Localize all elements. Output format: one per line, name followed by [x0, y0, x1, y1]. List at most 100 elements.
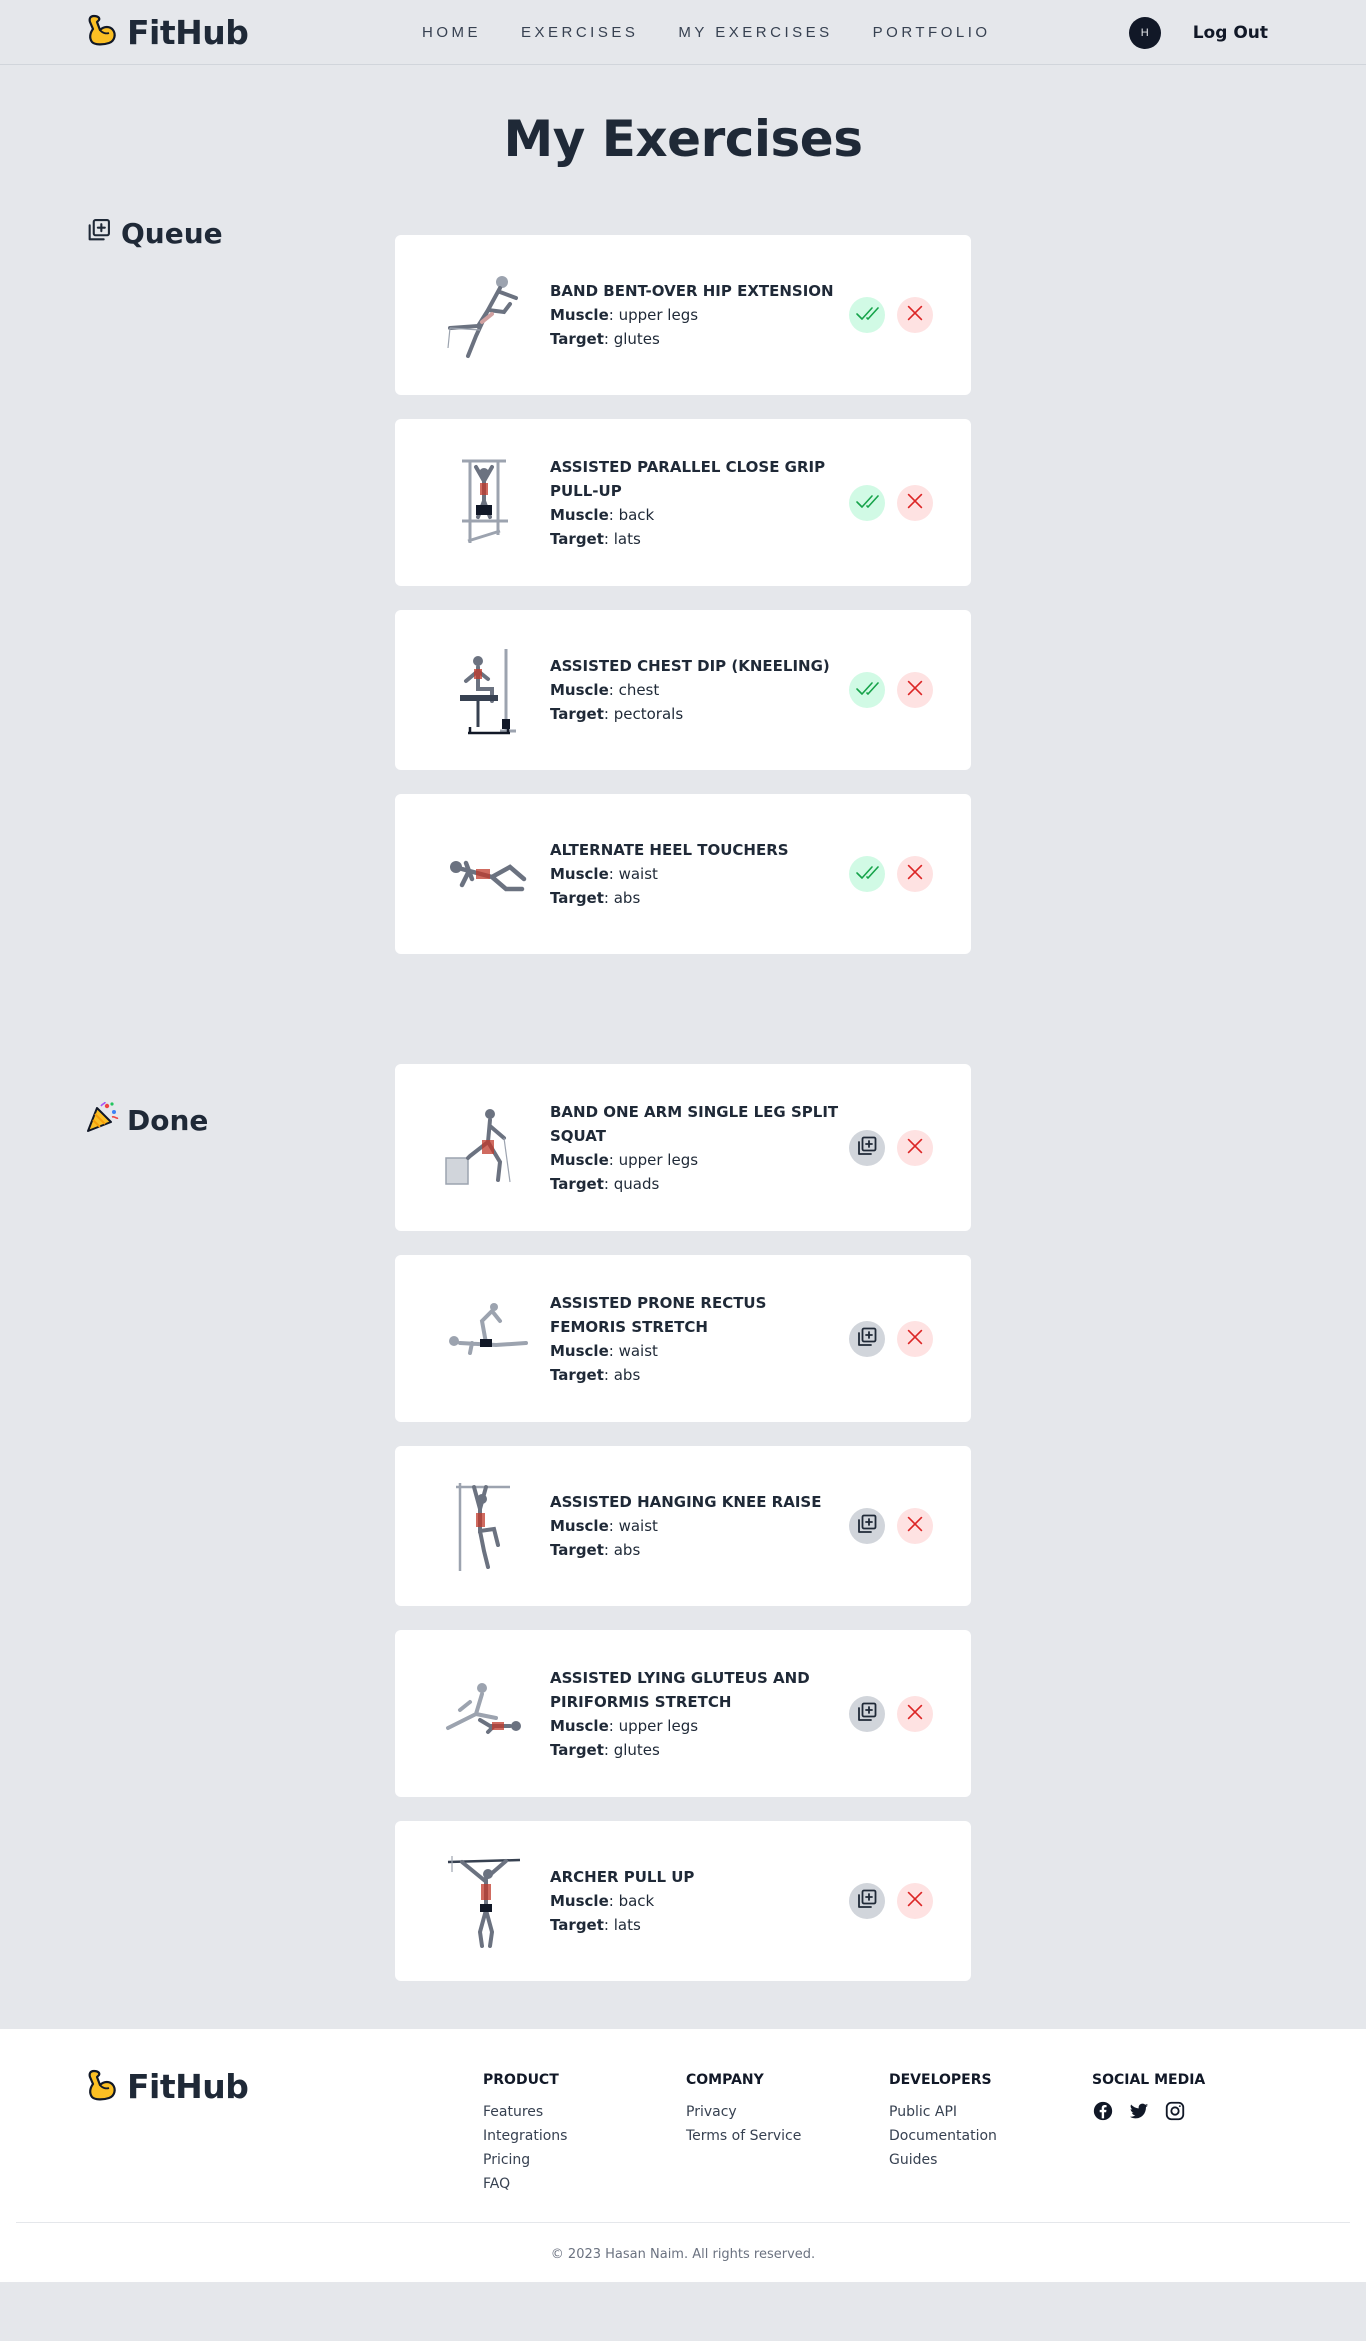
avatar[interactable]: H: [1128, 16, 1161, 49]
exercise-target: Target: pectorals: [550, 705, 684, 723]
exercise-actions: [849, 672, 933, 708]
footer-brand-name: FitHub: [127, 2067, 249, 2106]
footer-link-public-api[interactable]: Public API: [889, 2100, 997, 2124]
exercise-muscle: Muscle: back: [550, 1892, 655, 1910]
exercise-image: [435, 1664, 535, 1764]
exercise-card: ALTERNATE HEEL TOUCHERS Muscle: waist Ta…: [395, 794, 971, 954]
exercise-image: [435, 453, 535, 553]
exercise-image: [435, 640, 535, 740]
footer-column-product: PRODUCT Features Integrations Pricing FA…: [483, 2072, 567, 2196]
nav-link-my-exercises[interactable]: MY EXERCISES: [678, 24, 832, 41]
footer-link-documentation[interactable]: Documentation: [889, 2124, 997, 2148]
exercise-image: [435, 265, 535, 365]
move-to-queue-button[interactable]: [849, 1883, 885, 1919]
footer-link-faq[interactable]: FAQ: [483, 2172, 567, 2196]
exercise-muscle: Muscle: upper legs: [550, 306, 699, 324]
remove-button[interactable]: [897, 1883, 933, 1919]
add-to-queue-icon: [855, 1512, 879, 1540]
remove-button[interactable]: [897, 1129, 933, 1166]
flexed-arm-logo-icon: [85, 13, 119, 51]
exercise-name: BAND ONE ARM SINGLE LEG SPLIT SQUAT: [550, 1102, 839, 1145]
exercise-target: Target: lats: [550, 529, 641, 548]
nav-link-exercises[interactable]: EXERCISES: [521, 24, 638, 41]
exercise-name: ASSISTED CHEST DIP (KNEELING): [550, 657, 830, 675]
mark-done-button[interactable]: [849, 297, 885, 333]
move-to-queue-button[interactable]: [849, 1695, 885, 1732]
exercise-target: Target: abs: [550, 1541, 641, 1559]
double-check-icon: [855, 301, 879, 329]
double-check-icon: [855, 489, 879, 517]
social-links: [1092, 2100, 1205, 2122]
remove-button[interactable]: [897, 856, 933, 892]
exercise-image: [435, 824, 535, 924]
footer-column-social: SOCIAL MEDIA: [1092, 2072, 1205, 2122]
footer-column-company: COMPANY Privacy Terms of Service: [686, 2072, 801, 2148]
exercise-muscle: Muscle: waist: [550, 865, 658, 883]
remove-button[interactable]: [897, 484, 933, 521]
close-icon: [904, 1701, 926, 1727]
move-to-queue-button[interactable]: [849, 1508, 885, 1544]
footer-link-integrations[interactable]: Integrations: [483, 2124, 567, 2148]
exercise-info: ALTERNATE HEEL TOUCHERS Muscle: waist Ta…: [535, 838, 849, 910]
footer-column-title: COMPANY: [686, 2072, 764, 2088]
exercise-image: [435, 1289, 535, 1389]
footer-link-guides[interactable]: Guides: [889, 2148, 997, 2172]
remove-button[interactable]: [897, 672, 933, 708]
remove-button[interactable]: [897, 1695, 933, 1732]
footer-link-pricing[interactable]: Pricing: [483, 2148, 567, 2172]
exercise-card: ASSISTED PARALLEL CLOSE GRIP PULL-UP Mus…: [395, 419, 971, 586]
exercise-image: [435, 1098, 535, 1198]
instagram-icon[interactable]: [1164, 2100, 1186, 2122]
exercise-muscle: Muscle: waist: [550, 1341, 658, 1360]
exercise-actions: [849, 1695, 933, 1732]
exercise-target: Target: lats: [550, 1916, 641, 1934]
exercise-muscle: Muscle: waist: [550, 1517, 658, 1535]
footer-column-title: DEVELOPERS: [889, 2072, 992, 2088]
exercise-card: ASSISTED LYING GLUTEUS AND PIRIFORMIS ST…: [395, 1630, 971, 1797]
footer-column-title: SOCIAL MEDIA: [1092, 2072, 1206, 2088]
exercise-info: BAND ONE ARM SINGLE LEG SPLIT SQUAT Musc…: [535, 1100, 849, 1196]
exercise-name: ASSISTED LYING GLUTEUS AND PIRIFORMIS ST…: [550, 1668, 810, 1711]
exercise-image: [435, 1851, 535, 1951]
top-navbar: FitHub HOME EXERCISES MY EXERCISES PORTF…: [0, 0, 1366, 65]
footer-link-privacy[interactable]: Privacy: [686, 2100, 801, 2124]
exercise-info: ASSISTED PARALLEL CLOSE GRIP PULL-UP Mus…: [535, 455, 849, 551]
exercise-card: ASSISTED HANGING KNEE RAISE Muscle: wais…: [395, 1446, 971, 1606]
footer-link-terms[interactable]: Terms of Service: [686, 2124, 801, 2148]
exercise-actions: [849, 1320, 933, 1357]
twitter-icon[interactable]: [1128, 2100, 1150, 2122]
mark-done-button[interactable]: [849, 484, 885, 521]
remove-button[interactable]: [897, 1508, 933, 1544]
move-to-queue-button[interactable]: [849, 1320, 885, 1357]
done-heading-label: Done: [127, 1104, 209, 1137]
footer-column-developers: DEVELOPERS Public API Documentation Guid…: [889, 2072, 997, 2172]
brand-logo[interactable]: FitHub: [85, 13, 249, 52]
exercise-target: Target: glutes: [550, 1740, 660, 1759]
queue-section: Queue BAND BENT-OVER HIP EXTENSION Muscl…: [0, 212, 1366, 954]
close-icon: [904, 1888, 926, 1914]
exercise-muscle: Muscle: chest: [550, 681, 660, 699]
close-icon: [904, 490, 926, 516]
nav-link-portfolio[interactable]: PORTFOLIO: [873, 24, 991, 41]
remove-button[interactable]: [897, 1320, 933, 1357]
exercise-card: BAND BENT-OVER HIP EXTENSION Muscle: upp…: [395, 235, 971, 395]
flexed-arm-logo-icon: [85, 2068, 119, 2106]
nav-link-home[interactable]: HOME: [422, 24, 481, 41]
remove-button[interactable]: [897, 297, 933, 333]
exercise-info: ASSISTED LYING GLUTEUS AND PIRIFORMIS ST…: [535, 1666, 849, 1762]
footer-brand-logo[interactable]: FitHub: [85, 2067, 249, 2106]
footer-link-features[interactable]: Features: [483, 2100, 567, 2124]
move-to-queue-button[interactable]: [849, 1129, 885, 1166]
add-to-queue-icon: [85, 216, 113, 251]
facebook-icon[interactable]: [1092, 2100, 1114, 2122]
logout-button[interactable]: Log Out: [1193, 23, 1268, 43]
mark-done-button[interactable]: [849, 856, 885, 892]
exercise-card: ASSISTED CHEST DIP (KNEELING) Muscle: ch…: [395, 610, 971, 770]
queue-heading: Queue: [85, 216, 223, 251]
exercise-actions: [849, 297, 933, 333]
mark-done-button[interactable]: [849, 672, 885, 708]
account-area: H Log Out: [1128, 0, 1268, 65]
exercise-info: BAND BENT-OVER HIP EXTENSION Muscle: upp…: [535, 279, 849, 351]
done-heading: Done: [85, 1100, 208, 1141]
exercise-muscle: Muscle: upper legs: [550, 1150, 699, 1169]
